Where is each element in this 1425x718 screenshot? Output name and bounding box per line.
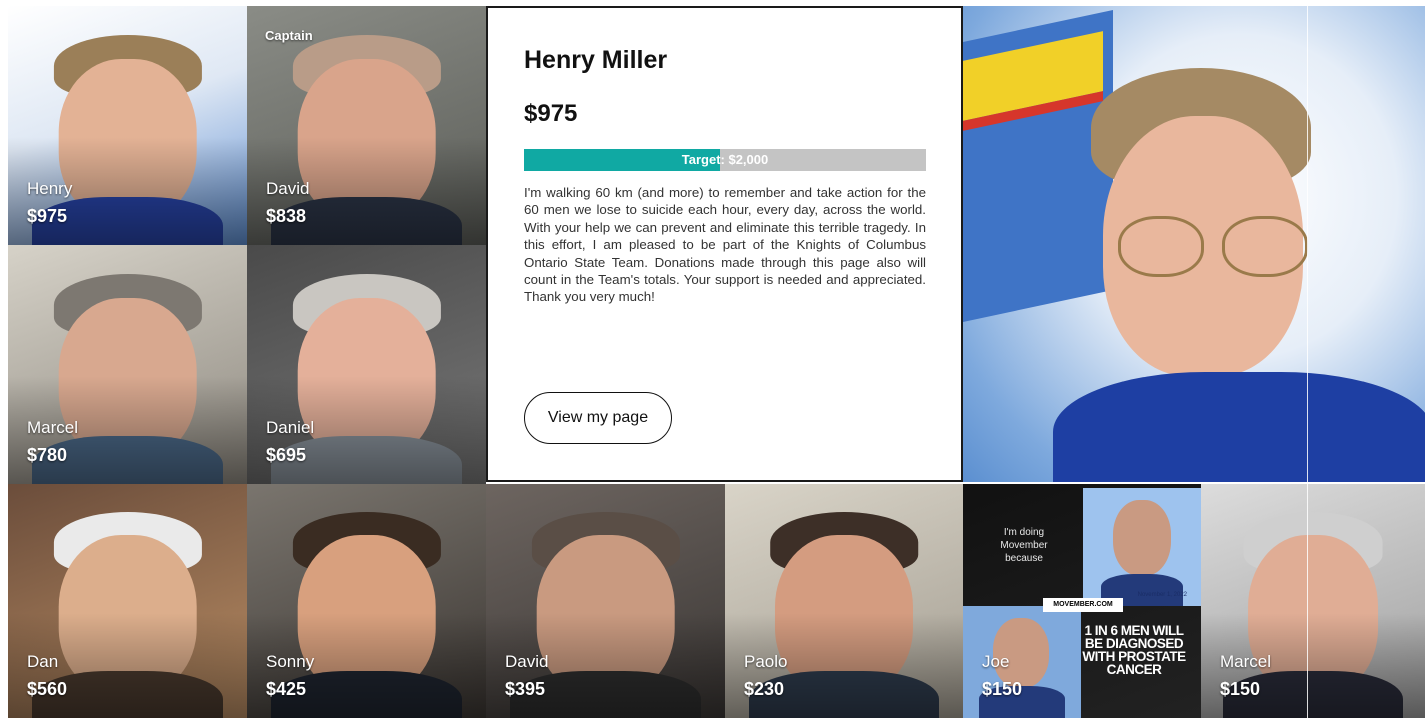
glasses	[1113, 216, 1313, 277]
member-name: Dan	[27, 652, 59, 671]
member-name: Marcel	[1220, 652, 1272, 671]
member-name: David	[266, 179, 310, 198]
member-name: Daniel	[266, 418, 315, 437]
tile-paolo[interactable]: Paolo $230	[725, 484, 963, 718]
member-amount: $395	[505, 679, 546, 699]
face	[1113, 500, 1171, 576]
poster-photo	[963, 606, 1081, 718]
tile-dan[interactable]: Dan $560	[8, 484, 247, 718]
member-name: Paolo	[744, 652, 788, 671]
member-name: David	[505, 652, 549, 671]
tile-joe[interactable]: I'm doing Movember because MOVEMBER.COM …	[963, 484, 1201, 718]
tile-daniel[interactable]: Daniel $695	[247, 245, 486, 484]
poster-logo: MOVEMBER.COM	[1043, 598, 1123, 612]
fundraiser-photo	[963, 6, 1425, 482]
member-name: Henry	[27, 179, 73, 198]
member-amount: $230	[744, 679, 785, 699]
member-name: Joe	[982, 652, 1010, 671]
shirt	[1053, 372, 1425, 482]
tile-david-captain[interactable]: Captain David $838	[247, 6, 486, 245]
member-amount: $560	[27, 679, 68, 699]
member-name: Marcel	[27, 418, 79, 437]
amount-raised: $975	[524, 100, 578, 127]
tile-henry[interactable]: Henry $975	[8, 6, 247, 245]
member-name: Sonny	[266, 652, 315, 671]
poster-stat: 1 IN 6 MEN WILL BE DIAGNOSED WITH PROSTA…	[1082, 623, 1186, 677]
fundraiser-detail-panel: Henry Miller $975 Target: $2,000 I'm wal…	[486, 6, 963, 482]
captain-badge: Captain	[265, 28, 313, 43]
member-amount: $780	[27, 445, 68, 465]
view-my-page-button[interactable]: View my page	[524, 392, 672, 444]
member-amount: $150	[1220, 679, 1261, 699]
poster-text: I'm doing Movember because	[1000, 527, 1048, 564]
tile-david[interactable]: David $395	[486, 484, 725, 718]
target-label: Target: $2,000	[681, 152, 769, 167]
fundraiser-name: Henry Miller	[524, 46, 668, 74]
tile-marcel-2[interactable]: Marcel $150	[1201, 484, 1425, 718]
tile-marcel[interactable]: Marcel $780	[8, 245, 247, 484]
member-amount: $150	[982, 679, 1023, 699]
member-amount: $838	[266, 206, 307, 226]
poster-photo	[1083, 488, 1201, 606]
divider-line	[1307, 0, 1308, 718]
member-amount: $695	[266, 445, 307, 465]
poster-date: November 1, 2022	[1137, 592, 1187, 598]
fundraiser-story: I'm walking 60 km (and more) to remember…	[524, 185, 926, 305]
progress-bar: Target: $2,000	[524, 149, 926, 171]
member-amount: $425	[266, 679, 307, 699]
member-amount: $975	[27, 206, 68, 226]
tile-sonny[interactable]: Sonny $425	[247, 484, 486, 718]
